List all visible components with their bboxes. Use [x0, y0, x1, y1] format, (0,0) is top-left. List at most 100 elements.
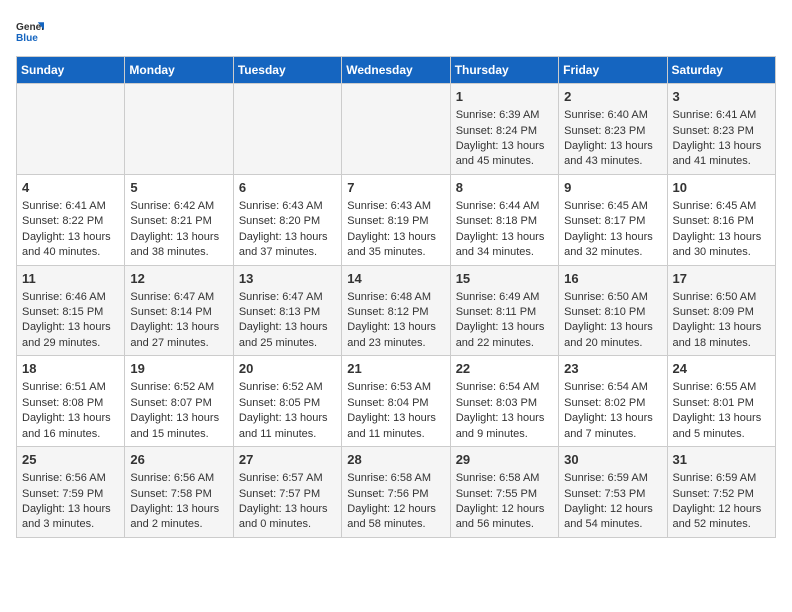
day-cell: 12Sunrise: 6:47 AMSunset: 8:14 PMDayligh…	[125, 265, 233, 356]
day-number: 31	[673, 451, 770, 469]
sunset: Sunset: 8:19 PM	[347, 215, 428, 227]
daylight: Daylight: 13 hours and 23 minutes.	[347, 321, 436, 348]
day-number: 27	[239, 451, 336, 469]
sunset: Sunset: 8:17 PM	[564, 215, 645, 227]
daylight: Daylight: 13 hours and 25 minutes.	[239, 321, 328, 348]
day-cell: 1Sunrise: 6:39 AMSunset: 8:24 PMDaylight…	[450, 84, 558, 175]
day-number: 20	[239, 360, 336, 378]
sunrise: Sunrise: 6:40 AM	[564, 109, 648, 121]
sunrise: Sunrise: 6:46 AM	[22, 291, 106, 303]
sunrise: Sunrise: 6:53 AM	[347, 381, 431, 393]
day-number: 12	[130, 270, 227, 288]
daylight: Daylight: 13 hours and 41 minutes.	[673, 140, 762, 167]
weekday-header-wednesday: Wednesday	[342, 57, 450, 84]
sunset: Sunset: 8:03 PM	[456, 397, 537, 409]
svg-text:Blue: Blue	[16, 33, 38, 44]
sunset: Sunset: 8:04 PM	[347, 397, 428, 409]
sunset: Sunset: 8:21 PM	[130, 215, 211, 227]
sunset: Sunset: 8:01 PM	[673, 397, 754, 409]
sunrise: Sunrise: 6:50 AM	[564, 291, 648, 303]
day-number: 16	[564, 270, 661, 288]
day-number: 7	[347, 179, 444, 197]
daylight: Daylight: 12 hours and 52 minutes.	[673, 503, 762, 530]
sunrise: Sunrise: 6:56 AM	[22, 472, 106, 484]
daylight: Daylight: 13 hours and 7 minutes.	[564, 412, 653, 439]
day-cell: 18Sunrise: 6:51 AMSunset: 8:08 PMDayligh…	[17, 356, 125, 447]
sunset: Sunset: 8:11 PM	[456, 306, 537, 318]
sunset: Sunset: 7:52 PM	[673, 488, 754, 500]
day-cell: 9Sunrise: 6:45 AMSunset: 8:17 PMDaylight…	[559, 174, 667, 265]
day-number: 10	[673, 179, 770, 197]
sunset: Sunset: 8:22 PM	[22, 215, 103, 227]
daylight: Daylight: 13 hours and 43 minutes.	[564, 140, 653, 167]
weekday-header-thursday: Thursday	[450, 57, 558, 84]
sunrise: Sunrise: 6:48 AM	[347, 291, 431, 303]
day-number: 22	[456, 360, 553, 378]
sunset: Sunset: 7:53 PM	[564, 488, 645, 500]
day-cell	[342, 84, 450, 175]
day-number: 30	[564, 451, 661, 469]
sunset: Sunset: 8:05 PM	[239, 397, 320, 409]
day-cell	[125, 84, 233, 175]
weekday-header-sunday: Sunday	[17, 57, 125, 84]
sunset: Sunset: 8:12 PM	[347, 306, 428, 318]
sunset: Sunset: 7:57 PM	[239, 488, 320, 500]
sunset: Sunset: 8:23 PM	[673, 125, 754, 137]
day-cell: 4Sunrise: 6:41 AMSunset: 8:22 PMDaylight…	[17, 174, 125, 265]
daylight: Daylight: 13 hours and 27 minutes.	[130, 321, 219, 348]
day-number: 4	[22, 179, 119, 197]
sunrise: Sunrise: 6:43 AM	[347, 200, 431, 212]
logo-icon: General Blue	[16, 16, 44, 44]
day-cell: 6Sunrise: 6:43 AMSunset: 8:20 PMDaylight…	[233, 174, 341, 265]
day-number: 24	[673, 360, 770, 378]
daylight: Daylight: 13 hours and 45 minutes.	[456, 140, 545, 167]
week-row-2: 4 Sunrise: 6:41 AM Sunset: 8:22 PM Daylight…	[17, 174, 776, 265]
day-cell: 17Sunrise: 6:50 AMSunset: 8:09 PMDayligh…	[667, 265, 775, 356]
daylight: Daylight: 13 hours and 2 minutes.	[130, 503, 219, 530]
week-row-1: 1Sunrise: 6:39 AMSunset: 8:24 PMDaylight…	[17, 84, 776, 175]
weekday-header-friday: Friday	[559, 57, 667, 84]
daylight: Daylight: 13 hours and 3 minutes.	[22, 503, 111, 530]
day-cell: 22Sunrise: 6:54 AMSunset: 8:03 PMDayligh…	[450, 356, 558, 447]
sunrise: Sunrise: 6:45 AM	[564, 200, 648, 212]
weekday-header-tuesday: Tuesday	[233, 57, 341, 84]
day-cell	[233, 84, 341, 175]
sunset: Sunset: 8:14 PM	[130, 306, 211, 318]
day-cell: 19Sunrise: 6:52 AMSunset: 8:07 PMDayligh…	[125, 356, 233, 447]
sunset: Sunset: 8:10 PM	[564, 306, 645, 318]
day-cell: 26Sunrise: 6:56 AMSunset: 7:58 PMDayligh…	[125, 447, 233, 538]
sunrise: Sunrise: 6:41 AM	[22, 200, 106, 212]
sunrise: Sunrise: 6:59 AM	[564, 472, 648, 484]
sunset: Sunset: 8:08 PM	[22, 397, 103, 409]
daylight: Daylight: 13 hours and 35 minutes.	[347, 231, 436, 258]
sunset: Sunset: 8:20 PM	[239, 215, 320, 227]
daylight: Daylight: 13 hours and 16 minutes.	[22, 412, 111, 439]
day-cell: 21Sunrise: 6:53 AMSunset: 8:04 PMDayligh…	[342, 356, 450, 447]
sunrise: Sunrise: 6:56 AM	[130, 472, 214, 484]
sunset: Sunset: 8:15 PM	[22, 306, 103, 318]
weekday-header-monday: Monday	[125, 57, 233, 84]
day-cell: 15Sunrise: 6:49 AMSunset: 8:11 PMDayligh…	[450, 265, 558, 356]
daylight: Daylight: 13 hours and 11 minutes.	[239, 412, 328, 439]
sunset: Sunset: 8:18 PM	[456, 215, 537, 227]
day-number: 14	[347, 270, 444, 288]
day-cell: 5Sunrise: 6:42 AMSunset: 8:21 PMDaylight…	[125, 174, 233, 265]
sunrise: Sunrise: 6:58 AM	[347, 472, 431, 484]
daylight: Daylight: 13 hours and 18 minutes.	[673, 321, 762, 348]
day-cell: 7 Sunrise: 6:43 AM Sunset: 8:19 PM Daylight…	[342, 174, 450, 265]
daylight: Daylight: 12 hours and 54 minutes.	[564, 503, 653, 530]
day-cell: 25Sunrise: 6:56 AMSunset: 7:59 PMDayligh…	[17, 447, 125, 538]
sunrise: Sunrise: 6:39 AM	[456, 109, 540, 121]
day-cell: 16Sunrise: 6:50 AMSunset: 8:10 PMDayligh…	[559, 265, 667, 356]
sunset: Sunset: 8:02 PM	[564, 397, 645, 409]
sunrise: Sunrise: 6:45 AM	[673, 200, 757, 212]
day-number: 3	[673, 88, 770, 106]
daylight: Daylight: 12 hours and 56 minutes.	[456, 503, 545, 530]
day-number: 9	[564, 179, 661, 197]
week-row-5: 25Sunrise: 6:56 AMSunset: 7:59 PMDayligh…	[17, 447, 776, 538]
daylight: Daylight: 13 hours and 34 minutes.	[456, 231, 545, 258]
sunset: Sunset: 8:13 PM	[239, 306, 320, 318]
sunrise: Sunrise: 6:49 AM	[456, 291, 540, 303]
weekday-header-saturday: Saturday	[667, 57, 775, 84]
day-number: 19	[130, 360, 227, 378]
